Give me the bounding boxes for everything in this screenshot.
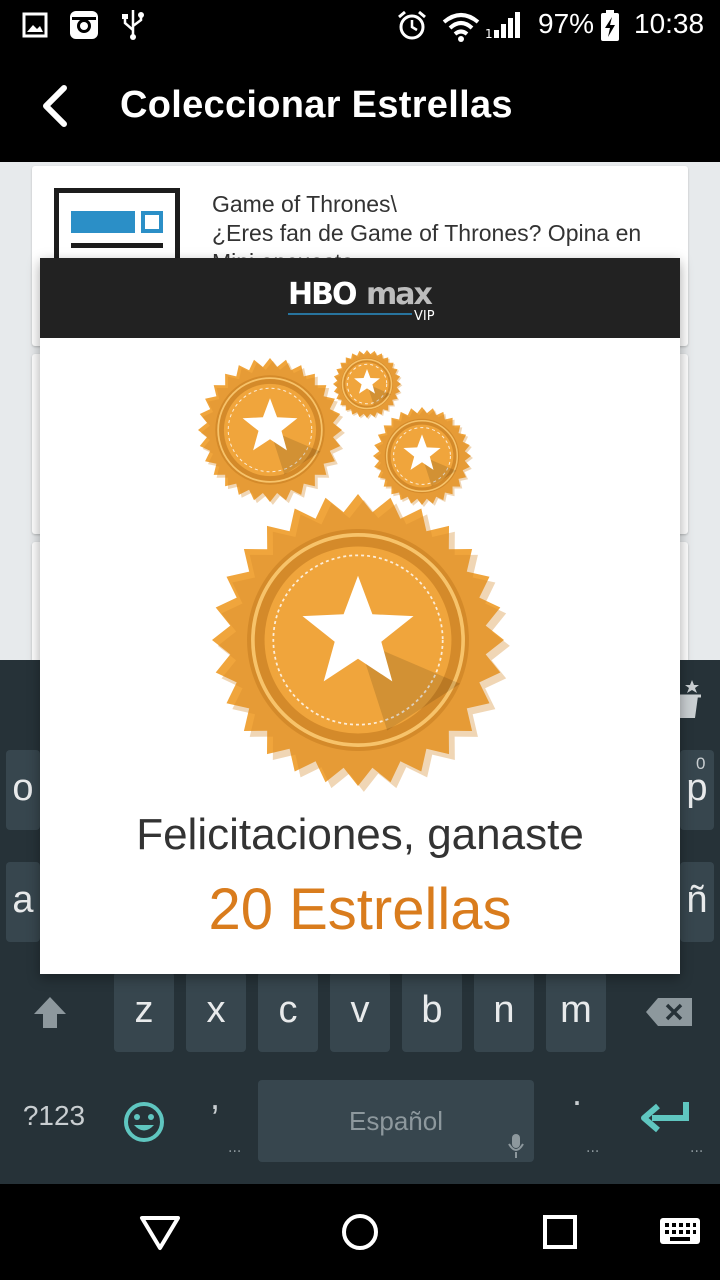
keyboard-switch-icon[interactable] <box>658 1216 702 1248</box>
key-label: v <box>350 989 370 1031</box>
app-bar: Coleccionar Estrellas <box>0 50 720 162</box>
key-a[interactable]: a <box>6 862 40 942</box>
battery-charging-icon <box>601 10 619 41</box>
key-x[interactable]: x <box>186 972 246 1052</box>
key-label: n <box>493 989 515 1031</box>
medals-illustration <box>198 350 510 792</box>
back-triangle-icon[interactable] <box>138 1212 182 1252</box>
wifi-icon <box>442 13 480 42</box>
battery-percent: 97% <box>538 8 595 39</box>
dialog-header: HBO max VIP <box>40 258 680 338</box>
logo-hbo: HBO <box>288 277 356 312</box>
key-label: z <box>134 989 154 1031</box>
alarm-icon <box>398 10 426 40</box>
key-label: b <box>421 989 443 1031</box>
key-m[interactable]: m <box>546 972 606 1052</box>
period-more: ... <box>586 1140 600 1156</box>
svg-text:1: 1 <box>485 27 493 40</box>
key-label: a <box>12 879 34 921</box>
reward-amount: 20 Estrellas <box>208 877 512 942</box>
medal-small-top <box>333 350 403 420</box>
logo-vip: VIP <box>414 309 435 324</box>
recents-square-icon[interactable] <box>542 1214 578 1250</box>
key-label: m <box>560 989 592 1031</box>
hbo-max-vip-logo: HBO max VIP <box>288 277 435 324</box>
backspace-icon[interactable] <box>644 996 694 1028</box>
key-label: ñ <box>686 879 708 921</box>
key-label: x <box>206 989 226 1031</box>
shift-icon[interactable] <box>30 994 70 1034</box>
key-hint: 0 <box>696 754 706 773</box>
microphone-icon[interactable] <box>506 1132 526 1160</box>
key-b[interactable]: b <box>402 972 462 1052</box>
status-bar: 1 97% 10:38 <box>0 0 720 50</box>
space-label: Español <box>349 1106 443 1136</box>
usb-icon <box>122 10 144 40</box>
logo-max: max <box>366 277 433 312</box>
key-enye[interactable]: ñ <box>680 862 714 942</box>
navigation-bar <box>0 1184 720 1280</box>
key-label: c <box>278 989 298 1031</box>
home-circle-icon[interactable] <box>340 1212 380 1252</box>
enter-more: ... <box>690 1140 704 1156</box>
key-n[interactable]: n <box>474 972 534 1052</box>
key-label: o <box>12 767 34 809</box>
page-title: Coleccionar Estrellas <box>120 84 513 126</box>
instagram-icon <box>70 11 98 39</box>
key-z[interactable]: z <box>114 972 174 1052</box>
key-v[interactable]: v <box>330 972 390 1052</box>
medal-medium-right <box>373 407 473 507</box>
comma-more: ... <box>228 1140 242 1156</box>
emoji-icon[interactable] <box>122 1100 166 1144</box>
signal-icon: 1 <box>485 12 520 40</box>
key-c[interactable]: c <box>258 972 318 1052</box>
reward-dialog: HBO max VIP Felicitaciones, ganaste 20 E… <box>40 258 680 974</box>
space-key[interactable]: Español <box>258 1080 534 1162</box>
medal-large-left <box>198 358 345 505</box>
key-o[interactable]: o <box>6 750 40 830</box>
comma-key[interactable]: , <box>200 1076 230 1118</box>
back-arrow-icon[interactable] <box>36 84 76 128</box>
medal-main <box>212 494 510 792</box>
clock: 10:38 <box>634 8 705 39</box>
enter-icon[interactable] <box>640 1098 692 1138</box>
congrats-message: Felicitaciones, ganaste <box>136 810 584 859</box>
image-icon <box>22 12 48 38</box>
symbols-key[interactable]: ?123 <box>18 1100 90 1132</box>
period-key[interactable]: . <box>562 1072 592 1114</box>
